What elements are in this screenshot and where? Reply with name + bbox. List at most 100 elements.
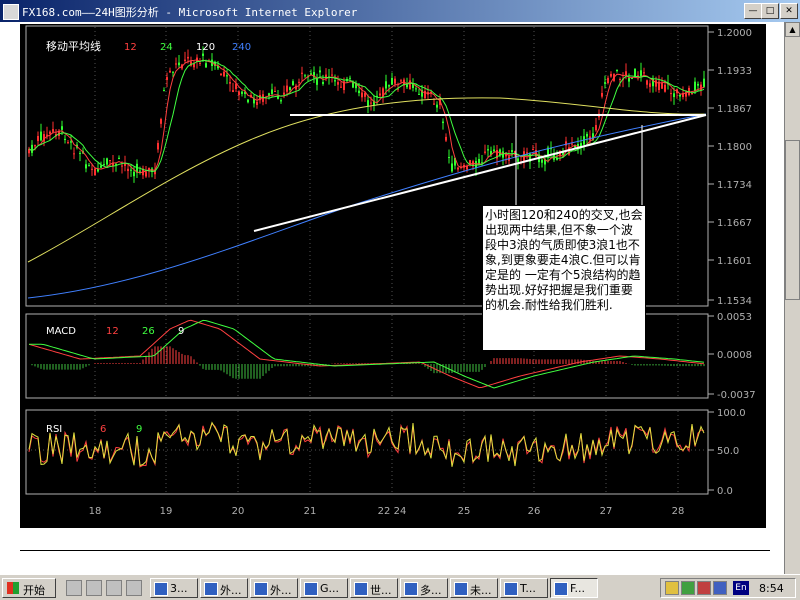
candle-body bbox=[610, 73, 612, 77]
quicklaunch-ie-icon[interactable] bbox=[86, 580, 102, 596]
quicklaunch-outlook-icon[interactable] bbox=[106, 580, 122, 596]
taskbar-button-label: T... bbox=[520, 582, 536, 595]
candle-body bbox=[91, 168, 93, 170]
scroll-up-icon[interactable]: ▲ bbox=[785, 22, 800, 37]
candle-body bbox=[64, 138, 66, 141]
candle-body bbox=[301, 72, 303, 74]
candle-body bbox=[433, 103, 435, 105]
window-app-icon bbox=[504, 582, 518, 596]
candle-body bbox=[52, 129, 54, 132]
tray-security-icon[interactable] bbox=[713, 581, 727, 595]
vertical-scrollbar[interactable]: ▲ bbox=[784, 22, 800, 574]
candle-body bbox=[628, 77, 630, 82]
candle-body bbox=[280, 100, 282, 102]
tray-network-icon[interactable] bbox=[665, 581, 679, 595]
candle-body bbox=[172, 71, 174, 73]
taskbar-window-button[interactable]: 外... bbox=[200, 578, 248, 598]
candle-body bbox=[595, 125, 597, 131]
candle-body bbox=[673, 93, 675, 98]
candle-body bbox=[175, 63, 177, 65]
candle-body bbox=[106, 158, 108, 165]
forex-chart: 移动平均线 12 24 120 240 MACD 12 26 9 RSI 6 9 1.200… bbox=[25, 25, 756, 517]
taskbar-button-label: 世... bbox=[370, 584, 392, 597]
taskbar-button-label: 外... bbox=[220, 584, 242, 597]
candle-body bbox=[292, 81, 294, 86]
candle-body bbox=[184, 59, 186, 61]
candle-body bbox=[646, 80, 648, 85]
maximize-button[interactable]: □ bbox=[761, 3, 779, 19]
candle-body bbox=[133, 171, 135, 177]
candle-body bbox=[361, 92, 363, 98]
tray-monitor-icon[interactable] bbox=[681, 581, 695, 595]
candle-body bbox=[436, 104, 438, 108]
quicklaunch-media-icon[interactable] bbox=[126, 580, 142, 596]
candle-body bbox=[367, 100, 369, 107]
ime-indicator[interactable]: En bbox=[733, 581, 749, 595]
quicklaunch-desktop-icon[interactable] bbox=[66, 580, 82, 596]
candle-body bbox=[379, 93, 381, 96]
y-tick-label: 1.1601 bbox=[717, 256, 752, 267]
candle-body bbox=[31, 144, 33, 153]
candle-body bbox=[223, 71, 225, 77]
browser-content: 移动平均线 12 24 120 240 MACD 12 26 9 RSI 6 9 1.200… bbox=[0, 22, 800, 574]
candle-body bbox=[703, 78, 705, 87]
taskbar: 开始 3... 外... 外... G... 世... 多... 未... T... F... … bbox=[0, 574, 800, 600]
candle-body bbox=[526, 152, 528, 154]
candle-body bbox=[661, 83, 663, 89]
candle-body bbox=[358, 90, 360, 94]
taskbar-window-button[interactable]: 多... bbox=[400, 578, 448, 598]
candle-body bbox=[391, 77, 393, 85]
analysis-note: 小时图120和240的交叉,也会出现两中结果,但不象一个波段中3浪的气质即使3浪… bbox=[482, 205, 646, 351]
candle-body bbox=[370, 102, 372, 104]
candle-body bbox=[649, 83, 651, 87]
taskbar-window-button[interactable]: 未... bbox=[450, 578, 498, 598]
candle-body bbox=[619, 78, 621, 80]
y-tick-label: 1.2000 bbox=[717, 28, 752, 39]
candle-body bbox=[319, 70, 321, 73]
taskbar-window-button[interactable]: T... bbox=[500, 578, 548, 598]
y-tick-label: -0.0037 bbox=[717, 390, 756, 401]
taskbar-window-button[interactable]: 世... bbox=[350, 578, 398, 598]
clock: 8:54 bbox=[759, 582, 784, 595]
scroll-thumb[interactable] bbox=[785, 140, 800, 300]
candle-body bbox=[79, 153, 81, 155]
x-tick-label: 19 bbox=[160, 506, 173, 517]
window-app-icon bbox=[204, 582, 218, 596]
macd-panel-title: MACD bbox=[46, 326, 76, 337]
ie-icon bbox=[3, 4, 19, 20]
y-tick-label: 1.1734 bbox=[717, 180, 752, 191]
candle-body bbox=[232, 90, 234, 92]
candle-body bbox=[199, 62, 201, 64]
y-tick-label: 0.0 bbox=[717, 486, 733, 497]
candle-body bbox=[532, 149, 534, 151]
candle-body bbox=[256, 101, 258, 105]
taskbar-window-button[interactable]: F... bbox=[550, 578, 598, 598]
taskbar-window-button[interactable]: G... bbox=[300, 578, 348, 598]
candle-body bbox=[601, 92, 603, 97]
candle-body bbox=[145, 171, 147, 177]
candle-body bbox=[388, 85, 390, 87]
window-app-icon bbox=[404, 582, 418, 596]
x-tick-label: 22 24 bbox=[378, 506, 407, 517]
candle-body bbox=[73, 153, 75, 155]
close-button[interactable]: ✕ bbox=[780, 3, 798, 19]
rsi-label-1: 9 bbox=[136, 424, 142, 435]
window-app-icon bbox=[304, 582, 318, 596]
tray-sound-icon[interactable] bbox=[697, 581, 711, 595]
candle-body bbox=[67, 142, 69, 144]
candle-body bbox=[484, 151, 486, 153]
taskbar-window-button[interactable]: 外... bbox=[250, 578, 298, 598]
taskbar-button-label: 未... bbox=[470, 584, 492, 597]
candle-body bbox=[517, 158, 519, 162]
candle-body bbox=[88, 165, 90, 167]
taskbar-window-button[interactable]: 3... bbox=[150, 578, 198, 598]
candle-body bbox=[664, 84, 666, 92]
start-button[interactable]: 开始 bbox=[2, 578, 56, 598]
candle-body bbox=[616, 69, 618, 72]
candle-body bbox=[163, 90, 165, 92]
candle-body bbox=[394, 78, 396, 84]
minimize-button[interactable]: — bbox=[744, 3, 762, 19]
candle-body bbox=[400, 80, 402, 82]
candle-body bbox=[457, 167, 459, 170]
candle-body bbox=[466, 166, 468, 170]
